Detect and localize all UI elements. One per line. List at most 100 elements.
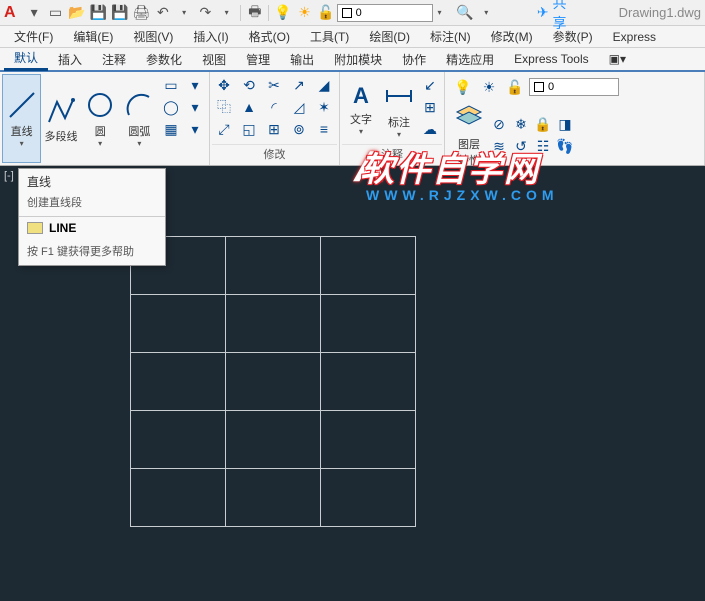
menu-express[interactable]: Express: [603, 30, 666, 44]
undo-dropdown-icon[interactable]: ▾: [175, 4, 192, 22]
text-button[interactable]: A 文字 ▾: [342, 74, 380, 144]
extend-icon[interactable]: ↗: [287, 74, 311, 96]
panel-annotation-label[interactable]: 注释: [342, 144, 442, 163]
tab-annotate[interactable]: 注释: [92, 47, 136, 71]
undo-icon[interactable]: ↶: [154, 4, 171, 22]
layer-walk-icon[interactable]: 👣: [553, 135, 577, 157]
circle-button[interactable]: 圆 ▾: [81, 74, 120, 163]
open-icon[interactable]: 📂: [68, 4, 85, 22]
layer-dropdown-icon[interactable]: ▾: [431, 4, 448, 22]
plot-icon[interactable]: 🖶: [246, 4, 263, 22]
chamfer-icon[interactable]: ◿: [287, 96, 311, 118]
panel-annotation: A 文字 ▾ 标注 ▾ ↙ ⊞ ☁ 注释: [340, 72, 445, 165]
rect-dropdown-icon[interactable]: ▾: [183, 74, 207, 96]
rotate-icon[interactable]: ⟲: [237, 74, 261, 96]
grid-table: [130, 236, 416, 527]
menu-edit[interactable]: 编辑(E): [63, 28, 123, 45]
sun-icon[interactable]: ☀: [296, 4, 313, 22]
copy-icon[interactable]: ⿻: [212, 96, 236, 118]
arc-button[interactable]: 圆弧 ▾: [120, 74, 159, 163]
menu-tools[interactable]: 工具(T): [300, 28, 359, 45]
layer-name: 0: [356, 7, 362, 19]
layer-freeze-icon[interactable]: ❄: [509, 113, 533, 135]
search-icon[interactable]: 🔍: [456, 4, 473, 22]
separator: [268, 5, 269, 21]
offset-icon[interactable]: ⊚: [287, 118, 311, 140]
save-icon[interactable]: 💾: [90, 4, 107, 22]
trim-icon[interactable]: ✂: [262, 74, 286, 96]
title-bar: A ▾ ▭ 📂 💾 💾 🖨 ↶ ▾ ↷ ▾ 🖶 💡 ☀ 🔓 0 ▾ 🔍 ▾ ✈ …: [0, 0, 705, 26]
tab-manage[interactable]: 管理: [236, 47, 280, 71]
tab-output[interactable]: 输出: [280, 47, 324, 71]
polyline-icon: [45, 94, 77, 126]
align-icon[interactable]: ≡: [312, 118, 336, 140]
hatch-dropdown-icon[interactable]: ▾: [183, 118, 207, 140]
panel-modify-label[interactable]: 修改: [212, 144, 337, 163]
viewport-label[interactable]: [-]: [4, 170, 14, 182]
layer-isolate-icon[interactable]: ◨: [553, 113, 577, 135]
layer-dropdown[interactable]: 0: [337, 4, 433, 22]
new-icon[interactable]: ▭: [47, 4, 64, 22]
menu-insert[interactable]: 插入(I): [183, 28, 238, 45]
sun-icon[interactable]: ☀: [477, 76, 501, 98]
current-layer-dropdown[interactable]: 0: [529, 78, 619, 96]
menu-draw[interactable]: 绘图(D): [359, 28, 420, 45]
menu-parameter[interactable]: 参数(P): [543, 28, 603, 45]
stretch-icon[interactable]: ⤢: [212, 118, 236, 140]
move-icon[interactable]: ✥: [212, 74, 236, 96]
table-icon[interactable]: ⊞: [418, 96, 442, 118]
text-label: 文字: [350, 111, 372, 127]
menu-file[interactable]: 文件(F): [4, 28, 63, 45]
layer-match-icon[interactable]: ≋: [487, 135, 511, 157]
menu-view[interactable]: 视图(V): [123, 28, 183, 45]
tooltip-command-text: LINE: [49, 221, 76, 235]
hatch-icon[interactable]: ▦: [159, 118, 183, 140]
panel-layers: 💡 ☀ 🔓 0 图层 特性 ⊘ ❄ 🔒 ◨ ≋: [445, 72, 705, 165]
polyline-button[interactable]: 多段线: [41, 74, 80, 163]
mirror-icon[interactable]: ▲: [237, 96, 261, 118]
fillet-icon[interactable]: ◜: [262, 96, 286, 118]
layer-lock-icon[interactable]: 🔒: [531, 113, 555, 135]
tab-express-tools[interactable]: Express Tools: [504, 47, 598, 71]
redo-dropdown-icon[interactable]: ▾: [218, 4, 235, 22]
layer-state-icon[interactable]: ☷: [531, 135, 555, 157]
tab-collaborate[interactable]: 协作: [392, 47, 436, 71]
layer-previous-icon[interactable]: ↺: [509, 135, 533, 157]
menu-dropdown-icon[interactable]: ▾: [26, 4, 43, 22]
scale-icon[interactable]: ◱: [237, 118, 261, 140]
tab-more-icon[interactable]: ▣▾: [599, 47, 636, 71]
tab-insert[interactable]: 插入: [48, 47, 92, 71]
lightbulb-icon[interactable]: 💡: [274, 4, 291, 22]
dimension-button[interactable]: 标注 ▾: [380, 74, 418, 144]
leader-icon[interactable]: ↙: [418, 74, 442, 96]
lock-icon[interactable]: 🔓: [317, 4, 334, 22]
search-dropdown-icon[interactable]: ▾: [478, 4, 495, 22]
print-icon[interactable]: 🖨: [132, 4, 150, 22]
array-icon[interactable]: ⊞: [262, 118, 286, 140]
rectangle-icon[interactable]: ▭: [159, 74, 183, 96]
saveas-icon[interactable]: 💾: [111, 4, 128, 22]
tab-default[interactable]: 默认: [4, 47, 48, 71]
chevron-down-icon: ▾: [20, 139, 24, 148]
erase-icon[interactable]: ◢: [312, 74, 336, 96]
tab-featured[interactable]: 精选应用: [436, 47, 504, 71]
menu-dimension[interactable]: 标注(N): [420, 28, 481, 45]
tooltip-title: 直线: [19, 169, 165, 194]
tab-view[interactable]: 视图: [192, 47, 236, 71]
ellipse-icon[interactable]: ◯: [159, 96, 183, 118]
layer-off-icon[interactable]: ⊘: [487, 113, 511, 135]
tooltip: 直线 创建直线段 LINE 按 F1 键获得更多帮助: [18, 168, 166, 266]
lightbulb-icon[interactable]: 💡: [451, 76, 475, 98]
layer-properties-button[interactable]: 图层 特性: [451, 100, 487, 170]
explode-icon[interactable]: ✶: [312, 96, 336, 118]
menu-format[interactable]: 格式(O): [239, 28, 300, 45]
lock-icon[interactable]: 🔓: [503, 76, 527, 98]
line-button[interactable]: 直线 ▾: [2, 74, 41, 163]
redo-icon[interactable]: ↷: [197, 4, 214, 22]
ellipse-dropdown-icon[interactable]: ▾: [183, 96, 207, 118]
tab-parametric[interactable]: 参数化: [136, 47, 192, 71]
cloud-icon[interactable]: ☁: [418, 118, 442, 140]
ribbon-tab-strip: 默认 插入 注释 参数化 视图 管理 输出 附加模块 协作 精选应用 Expre…: [0, 48, 705, 72]
menu-modify[interactable]: 修改(M): [481, 28, 543, 45]
tab-addins[interactable]: 附加模块: [324, 47, 392, 71]
